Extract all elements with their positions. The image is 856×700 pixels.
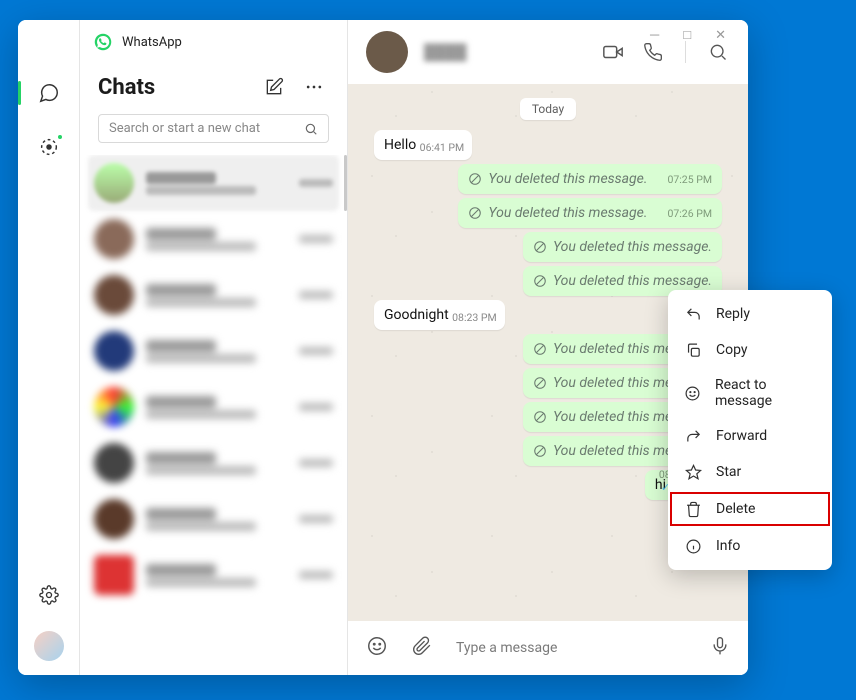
message-text: You deleted this message.	[553, 273, 712, 289]
chat-row[interactable]	[80, 547, 347, 603]
emoji-picker-button[interactable]	[366, 635, 388, 661]
context-menu-item-star[interactable]: Star	[668, 454, 832, 490]
chat-row[interactable]	[80, 379, 347, 435]
whatsapp-logo-icon	[94, 33, 112, 51]
message-text: Goodnight	[384, 307, 449, 323]
message-text: You deleted this message.	[488, 205, 647, 221]
deleted-message-bubble[interactable]: You deleted this message. 07:26 PM	[458, 198, 722, 228]
message-text: You deleted this message.	[488, 171, 647, 187]
video-call-button[interactable]	[601, 41, 625, 63]
message-text: Hello	[384, 137, 416, 153]
attach-button[interactable]	[412, 636, 432, 660]
prohibited-icon	[468, 172, 482, 186]
maximize-button[interactable]: □	[683, 27, 691, 43]
search-input[interactable]: Search or start a new chat	[98, 114, 329, 143]
context-menu-label: Star	[716, 464, 741, 480]
deleted-message-bubble[interactable]: You deleted this message.	[523, 232, 722, 262]
prohibited-icon	[468, 206, 482, 220]
minimize-button[interactable]: ─	[650, 27, 659, 43]
nav-rail	[18, 20, 80, 675]
emoji-icon	[684, 384, 701, 402]
chat-row[interactable]	[88, 155, 339, 211]
close-button[interactable]: ✕	[715, 28, 726, 43]
date-separator: Today	[520, 98, 576, 120]
message-time: 08:23 PM	[452, 311, 497, 324]
copy-icon	[684, 341, 702, 359]
whatsapp-window: ─ □ ✕ WhatsApp Cha	[18, 20, 748, 675]
app-name: WhatsApp	[122, 35, 182, 50]
app-titlebar: WhatsApp	[80, 20, 347, 64]
more-menu-button[interactable]	[299, 72, 329, 102]
context-menu-label: Delete	[716, 501, 755, 517]
context-menu-label: Forward	[716, 428, 767, 444]
contact-name[interactable]: ████	[424, 43, 467, 61]
contact-avatar[interactable]	[366, 31, 408, 73]
forward-icon	[684, 427, 702, 445]
chat-row[interactable]	[80, 491, 347, 547]
context-menu-item-delete[interactable]: Delete	[668, 490, 832, 528]
star-icon	[684, 463, 702, 481]
message-text: You deleted this message.	[553, 239, 712, 255]
chat-list-panel: WhatsApp Chats Search or start a new cha…	[80, 20, 348, 675]
message-time: 07:25 PM	[667, 173, 712, 186]
chats-title: Chats	[98, 75, 249, 100]
search-icon	[304, 122, 318, 136]
context-menu-item-copy[interactable]: Copy	[668, 332, 832, 368]
prohibited-icon	[533, 376, 547, 390]
message-input[interactable]: Type a message	[456, 640, 686, 656]
context-menu-item-reply[interactable]: Reply	[668, 296, 832, 332]
rail-status-icon[interactable]	[30, 129, 68, 165]
context-menu-label: React to message	[715, 377, 816, 409]
info-icon	[684, 537, 702, 555]
prohibited-icon	[533, 342, 547, 356]
message-time: 06:41 PM	[420, 141, 465, 154]
message-context-menu: Reply Copy React to message Forward Star Dele…	[668, 290, 832, 570]
new-chat-button[interactable]	[259, 72, 289, 102]
context-menu-item-forward[interactable]: Forward	[668, 418, 832, 454]
prohibited-icon	[533, 240, 547, 254]
context-menu-item-info[interactable]: Info	[668, 528, 832, 564]
chat-row[interactable]	[80, 211, 347, 267]
prohibited-icon	[533, 444, 547, 458]
chat-row[interactable]	[80, 267, 347, 323]
composer: Type a message	[348, 621, 748, 675]
message-bubble[interactable]: Hello 06:41 PM	[374, 130, 472, 160]
trash-icon	[684, 500, 702, 518]
message-bubble[interactable]: Goodnight08:23 PM	[374, 300, 505, 330]
message-time: 07:26 PM	[667, 207, 712, 220]
deleted-message-bubble[interactable]: You deleted this message. 07:25 PM	[458, 164, 722, 194]
reply-icon	[684, 305, 702, 323]
chat-row[interactable]	[80, 323, 347, 379]
rail-settings-icon[interactable]	[30, 577, 68, 613]
context-menu-label: Copy	[716, 342, 748, 358]
voice-record-button[interactable]	[710, 636, 730, 660]
rail-profile-avatar[interactable]	[34, 631, 64, 661]
prohibited-icon	[533, 410, 547, 424]
context-menu-label: Reply	[716, 306, 750, 322]
rail-chats-icon[interactable]	[30, 75, 68, 111]
search-placeholder: Search or start a new chat	[109, 121, 304, 136]
prohibited-icon	[533, 274, 547, 288]
chat-list[interactable]	[80, 155, 347, 675]
window-controls: ─ □ ✕	[650, 20, 748, 50]
context-menu-item-react-to-message[interactable]: React to message	[668, 368, 832, 418]
context-menu-label: Info	[716, 538, 740, 554]
chat-row[interactable]	[80, 435, 347, 491]
